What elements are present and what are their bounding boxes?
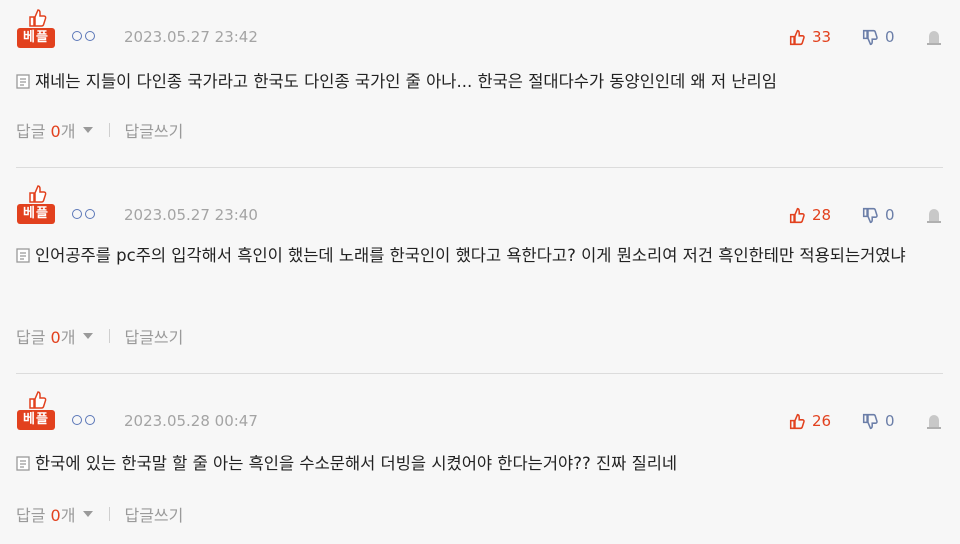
reply-count: 0 [50, 506, 61, 525]
comment-date: 2023.05.27 23:42 [124, 28, 258, 46]
comment-body: 한국에 있는 한국말 할 줄 아는 흑인을 수소문해서 더빙을 시켰어야 한다는… [35, 454, 678, 473]
like-button[interactable]: 28 [789, 206, 831, 224]
dislike-button[interactable]: 0 [862, 206, 895, 224]
thumbs-down-icon [862, 413, 878, 429]
dislike-count: 0 [885, 206, 895, 224]
footer-divider [109, 507, 111, 521]
comment-footer: 답글 0개 답글쓰기 [16, 118, 183, 142]
reply-unit: 개 [60, 122, 76, 141]
thumbs-down-icon [862, 29, 878, 45]
comment-divider [16, 373, 943, 374]
best-badge: 베플 [17, 390, 55, 432]
like-count: 26 [812, 412, 832, 430]
best-badge-label: 베플 [17, 28, 55, 48]
best-badge-label: 베플 [17, 410, 55, 430]
thumbs-up-icon [29, 185, 47, 203]
like-button[interactable]: 33 [789, 28, 831, 46]
reply-toggle[interactable]: 답글 0개 [16, 324, 75, 348]
report-icon[interactable] [926, 30, 942, 46]
reply-label: 답글 [16, 506, 46, 525]
reply-count: 0 [50, 328, 61, 347]
comment-text: 인어공주를 pc주의 입각해서 흑인이 했는데 노래를 한국인이 했다고 욕한다… [16, 242, 946, 270]
document-icon [16, 456, 30, 471]
dislike-count: 0 [885, 28, 895, 46]
reply-count: 0 [50, 122, 61, 141]
report-icon[interactable] [926, 208, 942, 224]
write-reply-link[interactable]: 답글쓰기 [124, 118, 183, 142]
like-count: 28 [812, 206, 832, 224]
chevron-down-icon[interactable] [83, 127, 94, 133]
best-badge: 베플 [17, 8, 55, 50]
reply-label: 답글 [16, 122, 46, 141]
reply-unit: 개 [60, 328, 76, 347]
reply-label: 답글 [16, 328, 46, 347]
write-reply-link[interactable]: 답글쓰기 [124, 502, 183, 526]
thumbs-up-icon [29, 9, 47, 27]
user-level-icon [72, 209, 95, 219]
comment-divider [16, 167, 943, 168]
footer-divider [109, 123, 111, 137]
comment-text: 한국에 있는 한국말 할 줄 아는 흑인을 수소문해서 더빙을 시켰어야 한다는… [16, 450, 946, 478]
dislike-button[interactable]: 0 [862, 28, 895, 46]
comment-body: 인어공주를 pc주의 입각해서 흑인이 했는데 노래를 한국인이 했다고 욕한다… [35, 246, 906, 265]
like-button[interactable]: 26 [789, 412, 831, 430]
like-count: 33 [812, 28, 832, 46]
comment-date: 2023.05.28 00:47 [124, 412, 258, 430]
dislike-button[interactable]: 0 [862, 412, 895, 430]
chevron-down-icon[interactable] [83, 511, 94, 517]
comment-footer: 답글 0개 답글쓰기 [16, 502, 183, 526]
thumbs-up-icon [789, 207, 805, 223]
comment-date: 2023.05.27 23:40 [124, 206, 258, 224]
comment-text: 쟤네는 지들이 다인종 국가라고 한국도 다인종 국가인 줄 아나... 한국은… [16, 68, 946, 96]
thumbs-up-icon [789, 413, 805, 429]
best-badge-label: 베플 [17, 204, 55, 224]
document-icon [16, 74, 30, 89]
reply-toggle[interactable]: 답글 0개 [16, 118, 75, 142]
reply-unit: 개 [60, 506, 76, 525]
dislike-count: 0 [885, 412, 895, 430]
best-badge: 베플 [17, 184, 55, 226]
write-reply-link[interactable]: 답글쓰기 [124, 324, 183, 348]
thumbs-up-icon [29, 391, 47, 409]
footer-divider [109, 329, 111, 343]
document-icon [16, 248, 30, 263]
reply-toggle[interactable]: 답글 0개 [16, 502, 75, 526]
comment-body: 쟤네는 지들이 다인종 국가라고 한국도 다인종 국가인 줄 아나... 한국은… [35, 72, 777, 91]
user-level-icon [72, 415, 95, 425]
chevron-down-icon[interactable] [83, 333, 94, 339]
thumbs-down-icon [862, 207, 878, 223]
thumbs-up-icon [789, 29, 805, 45]
comment-footer: 답글 0개 답글쓰기 [16, 324, 183, 348]
user-level-icon [72, 31, 95, 41]
report-icon[interactable] [926, 414, 942, 430]
